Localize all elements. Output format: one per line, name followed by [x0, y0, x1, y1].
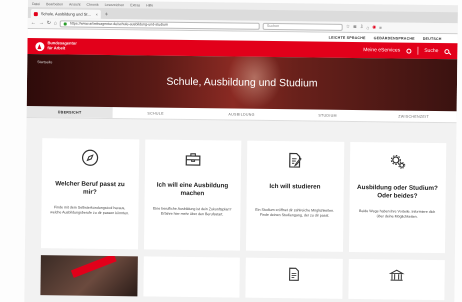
document-icon	[289, 267, 300, 281]
card-both[interactable]: Ausbildung oder Studium? Oder beides? Be…	[348, 141, 447, 254]
menu-history[interactable]: Chronik	[87, 2, 99, 6]
card-career-fit[interactable]: Welcher Beruf passt zu mir? Finde mit de…	[40, 138, 139, 250]
tab-apprenticeship[interactable]: AUSBILDUNG	[199, 108, 285, 120]
menu-bookmarks[interactable]: Lesezeichen	[105, 2, 125, 6]
card-text: Ein Studium eröffnet dir zahlreiche Mögl…	[255, 207, 335, 218]
header-divider	[417, 46, 419, 55]
menu-tools[interactable]: Extras	[130, 3, 140, 7]
new-tab-button[interactable]: +	[105, 12, 109, 18]
user-icon[interactable]	[406, 48, 412, 54]
eservices-link[interactable]: Meine eServices	[363, 47, 400, 53]
card-text: Finde mit dem Selbsterkundungstool herau…	[50, 205, 130, 216]
search-field[interactable]: Suchen	[262, 22, 343, 31]
url-text: https://www.arbeitsagentur.de/schule-aus…	[69, 21, 169, 27]
easy-language-link[interactable]: LEICHTE SPRACHE	[329, 35, 366, 39]
photo-card[interactable]	[40, 255, 138, 297]
toolbar-home-icon[interactable]: ⌂	[367, 25, 370, 30]
sign-language-link[interactable]: GEBÄRDENSPRACHE	[374, 36, 415, 41]
promo-ribbon	[70, 255, 117, 278]
browser-tab[interactable]: Schule, Ausbildung und St… ×	[30, 9, 101, 19]
header-actions: Meine eServices Suche	[363, 46, 450, 55]
tab-title: Schule, Ausbildung und St…	[40, 11, 92, 17]
building-card[interactable]	[347, 258, 445, 301]
hamburger-menu-icon[interactable]: ≡	[379, 25, 382, 30]
pocket-icon[interactable]: ◉	[372, 24, 376, 30]
card-study[interactable]: Ich will studieren Ein Studium eröffnet …	[245, 140, 344, 252]
lower-card-row	[24, 248, 455, 301]
download-icon[interactable]: ⇩	[360, 24, 364, 30]
card-title: Ich will studieren	[269, 182, 321, 191]
building-icon	[388, 269, 405, 281]
star-icon[interactable]: ☆	[346, 24, 350, 30]
breadcrumb[interactable]: Startseite	[37, 60, 52, 64]
site-logo[interactable]: Bundesagentur für Arbeit	[47, 41, 76, 52]
tab-school[interactable]: SCHULE	[113, 107, 199, 119]
document-card[interactable]	[245, 257, 343, 299]
tab-studies[interactable]: STUDIUM	[285, 109, 371, 121]
search-icon[interactable]	[444, 48, 450, 54]
lock-icon	[63, 21, 67, 25]
close-tab-icon[interactable]: ×	[95, 12, 97, 17]
tab-overview[interactable]: ÜBERSICHT	[26, 105, 113, 119]
pen-document-icon	[289, 152, 302, 168]
forward-icon[interactable]: →	[39, 20, 44, 26]
card-text: Beide Wege haben ihre Vorteile. Informie…	[359, 209, 436, 219]
home-icon[interactable]: ⌂	[54, 20, 57, 26]
menu-file[interactable]: Datei	[32, 2, 40, 6]
menu-view[interactable]: Ansicht	[69, 2, 81, 6]
empty-card	[142, 256, 240, 298]
card-title: Ich will eine Ausbildung machen	[156, 181, 229, 198]
search-placeholder: Suchen	[266, 23, 280, 29]
hero-banner: Startseite Schule, Ausbildung und Studiu…	[26, 53, 458, 112]
menu-edit[interactable]: Bearbeiten	[46, 2, 63, 6]
page-title: Schule, Ausbildung und Studium	[166, 75, 318, 90]
language-selector[interactable]: DEUTSCH	[423, 36, 442, 40]
card-grid: Welcher Beruf passt zu mir? Finde mit de…	[25, 118, 457, 254]
card-title: Ausbildung oder Studium? Oder beides?	[357, 184, 438, 200]
search-link[interactable]: Suche	[424, 48, 438, 54]
url-bar[interactable]: https://www.arbeitsagentur.de/schule-aus…	[59, 19, 260, 30]
logo-line-2: für Arbeit	[47, 45, 66, 51]
menu-help[interactable]: Hilfe	[146, 3, 153, 7]
favicon-icon	[33, 11, 38, 16]
ba-logo-icon[interactable]	[35, 41, 45, 51]
card-title: Welcher Beruf passt zu mir?	[55, 180, 125, 197]
tab-gap-time[interactable]: ZWISCHENZEIT	[371, 110, 457, 122]
back-icon[interactable]: ←	[31, 20, 36, 26]
reload-icon[interactable]: ↻	[47, 20, 51, 26]
browser-window: Datei Bearbeiten Ansicht Chronik Lesezei…	[24, 0, 458, 302]
toolbox-icon	[185, 153, 201, 166]
gears-icon	[390, 154, 405, 169]
bookmarks-icon[interactable]: ≣	[353, 24, 357, 30]
compass-icon	[82, 149, 99, 166]
card-apprenticeship[interactable]: Ich will eine Ausbildung machen Eine ber…	[143, 139, 242, 251]
photo-frame: Datei Bearbeiten Ansicht Chronik Lesezei…	[0, 0, 462, 302]
card-text: Eine berufliche Ausbildung ist dein Zuku…	[153, 206, 232, 217]
